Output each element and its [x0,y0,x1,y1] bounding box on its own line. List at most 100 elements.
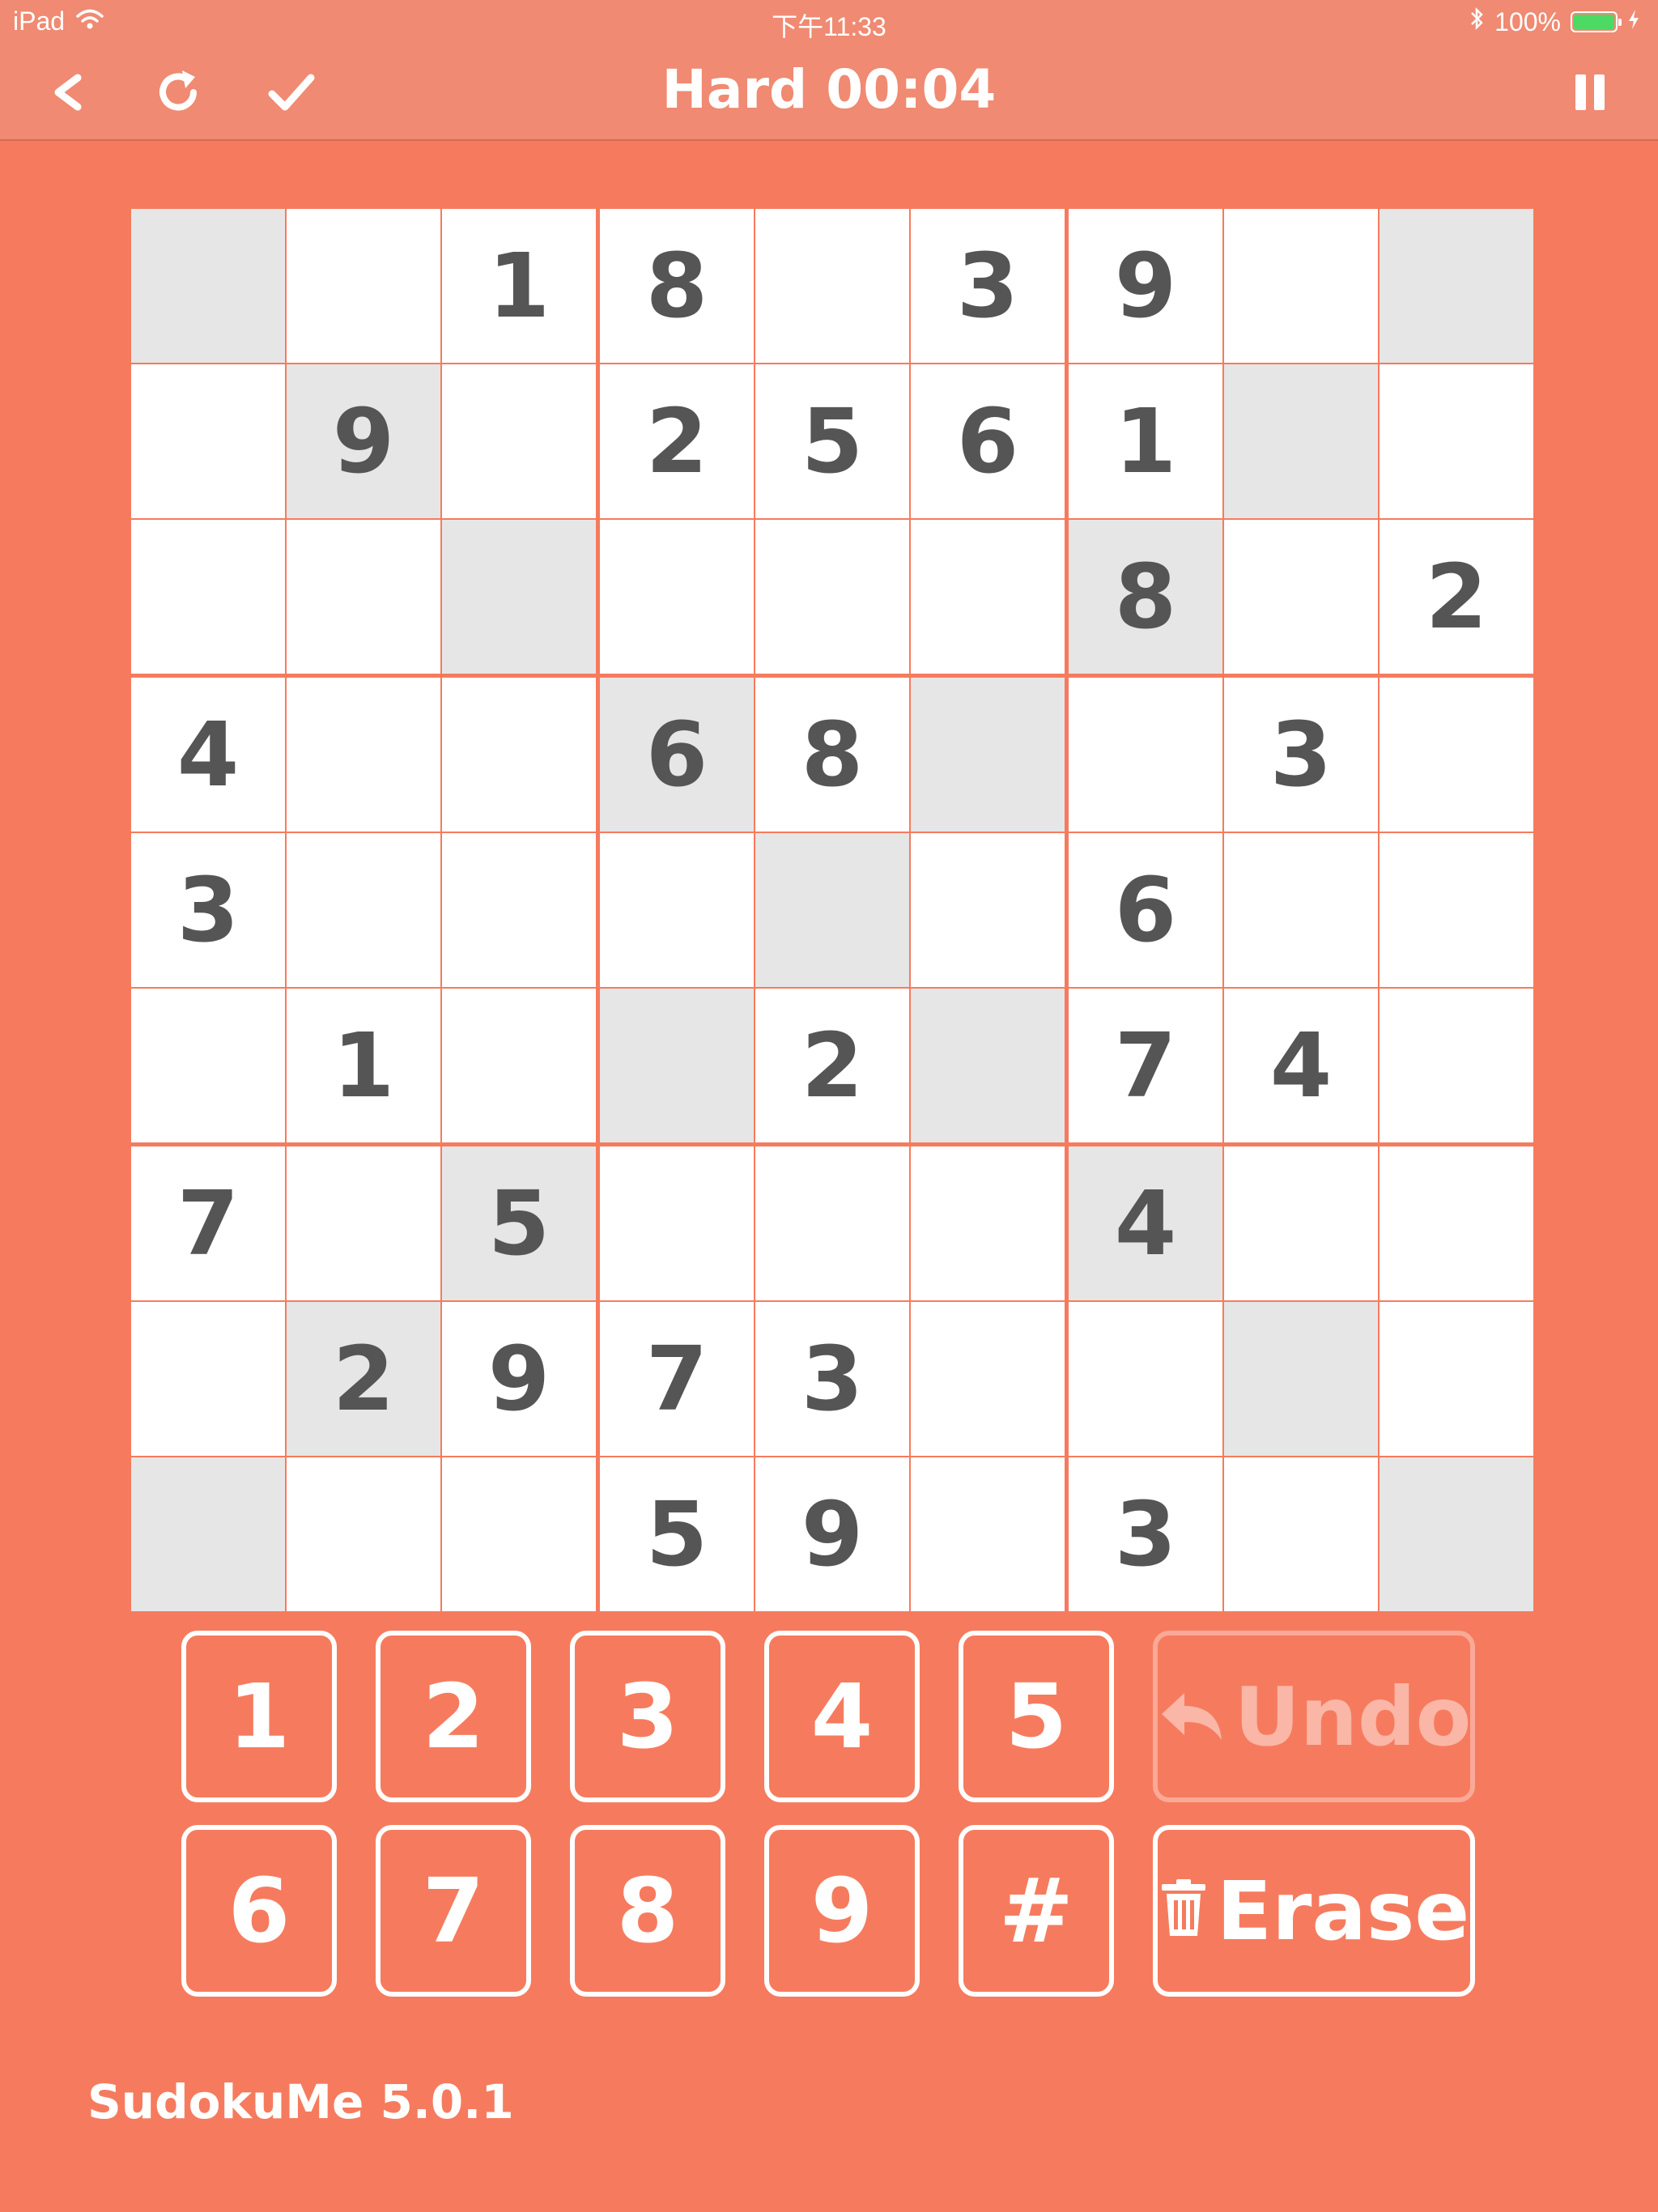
board-cell[interactable] [1069,1302,1222,1456]
key-5[interactable]: 5 [959,1631,1114,1802]
board-cell[interactable]: 8 [600,209,754,363]
key-7[interactable]: 7 [376,1825,531,1997]
board-cell[interactable]: 5 [600,1457,754,1611]
board-cell[interactable]: 2 [755,989,909,1142]
key-1[interactable]: 1 [181,1631,337,1802]
board-cell[interactable] [131,364,285,518]
board-cell[interactable] [287,678,440,832]
board-cell[interactable]: 1 [442,209,596,363]
status-time: 下午11:33 [772,12,886,41]
battery-icon [1571,11,1622,32]
board-cell[interactable] [442,678,596,832]
board-cell[interactable] [442,520,596,674]
board-cell[interactable]: 2 [1380,520,1533,674]
board-cell[interactable]: 5 [442,1146,596,1300]
board-cell[interactable]: 5 [755,364,909,518]
board-cell[interactable] [911,1457,1065,1611]
board-cell[interactable] [755,833,909,987]
board-cell[interactable] [442,833,596,987]
board-cell[interactable]: 6 [1069,833,1222,987]
board-cell[interactable]: 6 [600,678,754,832]
board-cell[interactable] [442,989,596,1142]
board-cell[interactable] [1224,1302,1378,1456]
board-cell[interactable] [911,678,1065,832]
board-cell[interactable] [131,209,285,363]
board-cell[interactable] [1380,989,1533,1142]
board-cell[interactable] [1224,520,1378,674]
board-cell[interactable] [1224,833,1378,987]
board-cell[interactable]: 1 [1069,364,1222,518]
board-cell[interactable] [1224,1457,1378,1611]
board-cell[interactable] [1380,1302,1533,1456]
board-cell[interactable] [287,1146,440,1300]
board-cell[interactable]: 3 [1069,1457,1222,1611]
board-cell[interactable] [755,520,909,674]
key-6[interactable]: 6 [181,1825,337,1997]
board-cell[interactable] [442,364,596,518]
board-cell[interactable]: 3 [131,833,285,987]
board-cell[interactable] [600,989,754,1142]
board-cell[interactable] [600,520,754,674]
board-cell[interactable] [1380,364,1533,518]
board-cell[interactable] [755,1146,909,1300]
key-2[interactable]: 2 [376,1631,531,1802]
undo-arrow-icon [1157,1670,1226,1764]
board-cell[interactable] [755,209,909,363]
key-notes[interactable]: # [959,1825,1114,1997]
board-cell[interactable]: 9 [1069,209,1222,363]
board-cell[interactable]: 2 [287,1302,440,1456]
board-cell[interactable] [287,1457,440,1611]
board-cell[interactable] [1224,364,1378,518]
pause-icon[interactable] [1561,63,1619,121]
app-version: SudokuMe 5.0.1 [87,2074,514,2129]
board-cell[interactable]: 3 [911,209,1065,363]
board-cell[interactable] [1380,1146,1533,1300]
board-cell[interactable] [1224,1146,1378,1300]
board-cell[interactable]: 3 [1224,678,1378,832]
board-cell[interactable] [911,1302,1065,1456]
board-cell[interactable] [1224,209,1378,363]
board-cell[interactable]: 4 [1069,1146,1222,1300]
board-cell[interactable] [600,1146,754,1300]
board-cell[interactable]: 8 [1069,520,1222,674]
board-cell[interactable] [1380,678,1533,832]
board-cell[interactable] [131,520,285,674]
board-cell[interactable] [1069,678,1222,832]
board-cell[interactable] [911,520,1065,674]
board-cell[interactable] [287,520,440,674]
board-cell[interactable]: 7 [600,1302,754,1456]
board-cell[interactable]: 1 [287,989,440,1142]
board-cell[interactable]: 9 [287,364,440,518]
board-cell[interactable]: 9 [442,1302,596,1456]
board-cell[interactable]: 4 [1224,989,1378,1142]
board-cell[interactable]: 7 [131,1146,285,1300]
board-cell[interactable]: 6 [911,364,1065,518]
board-cell[interactable] [911,833,1065,987]
charging-icon [1627,7,1640,37]
board-cell[interactable] [1380,209,1533,363]
board-cell[interactable]: 9 [755,1457,909,1611]
board-cell[interactable]: 2 [600,364,754,518]
key-9[interactable]: 9 [764,1825,920,1997]
board-cell[interactable]: 4 [131,678,285,832]
board-cell[interactable] [1380,833,1533,987]
board-cell[interactable] [911,989,1065,1142]
trash-icon [1158,1864,1209,1959]
board-cell[interactable] [131,1457,285,1611]
undo-button[interactable]: Undo [1153,1631,1475,1802]
board-cell[interactable]: 8 [755,678,909,832]
board-cell[interactable] [600,833,754,987]
board-cell[interactable]: 7 [1069,989,1222,1142]
key-4[interactable]: 4 [764,1631,920,1802]
board-cell[interactable] [1380,1457,1533,1611]
board-cell[interactable] [911,1146,1065,1300]
board-cell[interactable]: 3 [755,1302,909,1456]
board-cell[interactable] [131,1302,285,1456]
key-3[interactable]: 3 [570,1631,725,1802]
board-cell[interactable] [287,209,440,363]
board-cell[interactable] [131,989,285,1142]
board-cell[interactable] [442,1457,596,1611]
key-8[interactable]: 8 [570,1825,725,1997]
erase-button[interactable]: Erase [1153,1825,1475,1997]
board-cell[interactable] [287,833,440,987]
